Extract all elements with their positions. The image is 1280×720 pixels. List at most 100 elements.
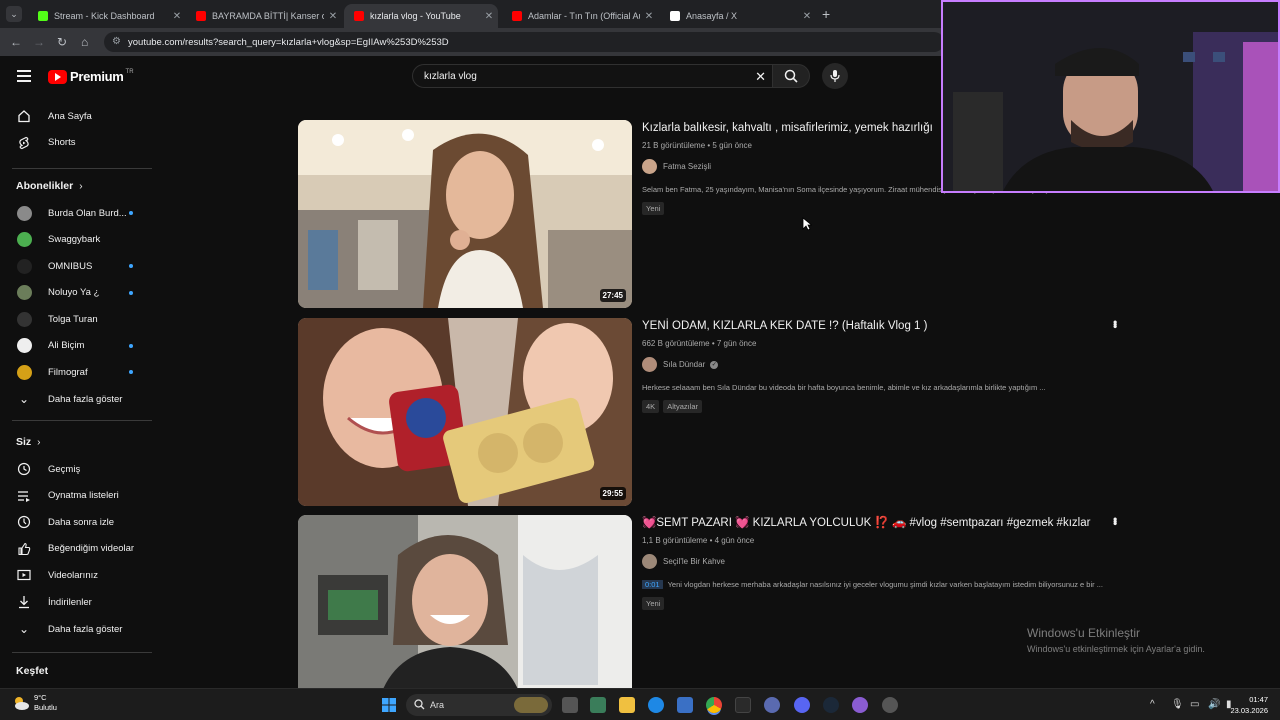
forward-button[interactable]: →: [33, 35, 45, 49]
microphone-tray-icon[interactable]: 🎙: [1171, 699, 1184, 710]
tray-chevron-icon[interactable]: ^: [1150, 699, 1155, 710]
chevron-down-icon: ⌄: [18, 622, 30, 636]
channel-link[interactable]: Sıla Dündar ✓: [642, 357, 1122, 372]
channel-avatar: [17, 338, 32, 353]
chapter-timestamp[interactable]: 0:01: [642, 580, 663, 589]
terminal-icon[interactable]: [735, 697, 751, 713]
subscriptions-heading[interactable]: Abonelikler ›: [16, 180, 83, 192]
sidebar-item-label: Shorts: [48, 137, 76, 148]
channel-avatar[interactable]: [642, 159, 657, 174]
clock-time: 01:47: [1249, 695, 1268, 704]
video-title[interactable]: YENİ ODAM, KIZLARLA KEK DATE !? (Haftalı…: [642, 318, 1122, 335]
search-input[interactable]: kızlarla vlog: [424, 71, 477, 82]
explore-heading[interactable]: Keşfet: [16, 665, 48, 677]
tab-favicon-icon: [354, 11, 364, 21]
tab-title: Adamlar - Tın Tın (Official Audio: [528, 11, 640, 21]
close-tab-icon[interactable]: ✕: [798, 11, 816, 22]
search-button[interactable]: [772, 64, 810, 88]
clear-search-icon[interactable]: ✕: [755, 69, 766, 85]
tab-title: Stream - Kick Dashboard: [54, 11, 155, 21]
sidebar-item[interactable]: Swaggybark: [0, 227, 154, 253]
video-thumbnail[interactable]: 29:55: [298, 318, 632, 506]
browser-tab[interactable]: Stream - Kick Dashboard ✕: [28, 4, 186, 28]
address-bar[interactable]: ⚙ youtube.com/results?search_query=kızla…: [104, 32, 944, 52]
voice-search-button[interactable]: [822, 63, 848, 89]
video-title[interactable]: 💓SEMT PAZARI 💓 KIZLARLA YOLCULUK ⁉️ 🚗 #v…: [642, 515, 1122, 532]
search-box[interactable]: kızlarla vlog ✕: [412, 64, 772, 88]
sidebar-item[interactable]: Shorts: [0, 130, 154, 156]
channel-avatar: [17, 232, 32, 247]
obs-icon[interactable]: [852, 697, 868, 713]
network-icon[interactable]: ▭: [1190, 699, 1199, 710]
close-tab-icon[interactable]: ✕: [640, 11, 658, 22]
sidebar-item[interactable]: OMNIBUS: [0, 253, 154, 279]
tab-title: BAYRAMDA BİTTİ| Kanser olduk: [212, 11, 324, 21]
browser-tab[interactable]: Anasayfa / X ✕: [660, 4, 816, 28]
channel-link[interactable]: Seçil'le Bir Kahve: [642, 554, 1122, 569]
sidebar-item[interactable]: Filmograf: [0, 359, 154, 385]
volume-icon[interactable]: 🔊: [1208, 699, 1220, 710]
taskbar-search[interactable]: Ara: [406, 694, 552, 716]
settings-icon[interactable]: [882, 697, 898, 713]
chrome-icon[interactable]: [706, 697, 722, 713]
downloads-icon: [16, 594, 32, 610]
video-thumbnail[interactable]: [298, 515, 632, 703]
search-icon: [784, 69, 798, 83]
you-heading[interactable]: Siz ›: [16, 436, 41, 448]
app-icon[interactable]: [764, 697, 780, 713]
sidebar-item[interactable]: Ana Sayfa: [0, 103, 154, 129]
sidebar-item[interactable]: Tolga Turan: [0, 306, 154, 332]
sidebar-item[interactable]: Burda Olan Burd...: [0, 200, 154, 226]
you-show-more[interactable]: ⌄ Daha fazla göster: [0, 616, 154, 642]
sidebar-item[interactable]: Daha sonra izle: [0, 509, 154, 535]
youtube-premium-logo[interactable]: Premium TR: [48, 69, 134, 84]
channel-name[interactable]: Seçil'le Bir Kahve: [663, 557, 725, 566]
channel-avatar[interactable]: [642, 357, 657, 372]
reload-button[interactable]: ↻: [57, 35, 67, 49]
close-tab-icon[interactable]: ✕: [324, 11, 342, 22]
sidebar-item[interactable]: İndirilenler: [0, 589, 154, 615]
tab-search-button[interactable]: ⌄: [6, 6, 22, 22]
taskbar-clock[interactable]: 01:47 23.03.2026: [1230, 694, 1268, 716]
taskbar-search-label: Ara: [430, 700, 445, 710]
close-tab-icon[interactable]: ✕: [168, 11, 186, 22]
sidebar-item[interactable]: Beğendiğim videolar: [0, 536, 154, 562]
steam-icon[interactable]: [823, 697, 839, 713]
store-icon[interactable]: [677, 697, 693, 713]
more-actions-icon[interactable]: •••: [1108, 517, 1122, 524]
sidebar-item[interactable]: Geçmiş: [0, 456, 154, 482]
video-result[interactable]: 💓SEMT PAZARI 💓 KIZLARLA YOLCULUK ⁉️ 🚗 #v…: [298, 515, 1128, 703]
windows-start-icon[interactable]: [381, 697, 397, 713]
video-age: 4 gün önce: [714, 536, 755, 545]
cloud-icon: [15, 697, 29, 710]
close-tab-icon[interactable]: ✕: [480, 11, 498, 22]
weather-widget[interactable]: 9°C Bulutlu: [12, 693, 57, 713]
edge-icon[interactable]: [648, 697, 664, 713]
browser-tab[interactable]: kızlarla vlog - YouTube ✕: [344, 4, 498, 28]
browser-tab[interactable]: Adamlar - Tın Tın (Official Audio✕: [502, 4, 658, 28]
subscriptions-show-more[interactable]: ⌄ Daha fazla göster: [0, 386, 154, 412]
more-actions-icon[interactable]: •••: [1108, 320, 1122, 327]
new-tab-button[interactable]: +: [822, 6, 830, 22]
channel-name[interactable]: Sıla Dündar: [663, 360, 705, 369]
weather-condition: Bulutlu: [34, 703, 57, 712]
site-info-icon[interactable]: ⚙: [112, 36, 121, 47]
channel-name[interactable]: Fatma Sezişli: [663, 162, 711, 171]
video-result[interactable]: 29:55 YENİ ODAM, KIZLARLA KEK DATE !? (Ha…: [298, 318, 1128, 506]
back-button[interactable]: ←: [10, 35, 22, 49]
home-button[interactable]: ⌂: [81, 35, 88, 49]
watch-later-icon: [16, 514, 32, 530]
sidebar-item[interactable]: Ali Biçim: [0, 333, 154, 359]
menu-icon[interactable]: [17, 70, 31, 82]
file-explorer-icon[interactable]: [619, 697, 635, 713]
sidebar-item[interactable]: Noluyo Ya ¿: [0, 280, 154, 306]
sidebar-item[interactable]: Oynatma listeleri: [0, 483, 154, 509]
task-view-icon[interactable]: [562, 697, 578, 713]
sidebar-item[interactable]: Videolarınız: [0, 562, 154, 588]
discord-icon[interactable]: [794, 697, 810, 713]
channel-avatar[interactable]: [642, 554, 657, 569]
browser-tab[interactable]: BAYRAMDA BİTTİ| Kanser olduk✕: [186, 4, 342, 28]
video-badge: Yeni: [642, 202, 665, 215]
video-thumbnail[interactable]: 27:45: [298, 120, 632, 308]
widgets-icon[interactable]: [590, 697, 606, 713]
